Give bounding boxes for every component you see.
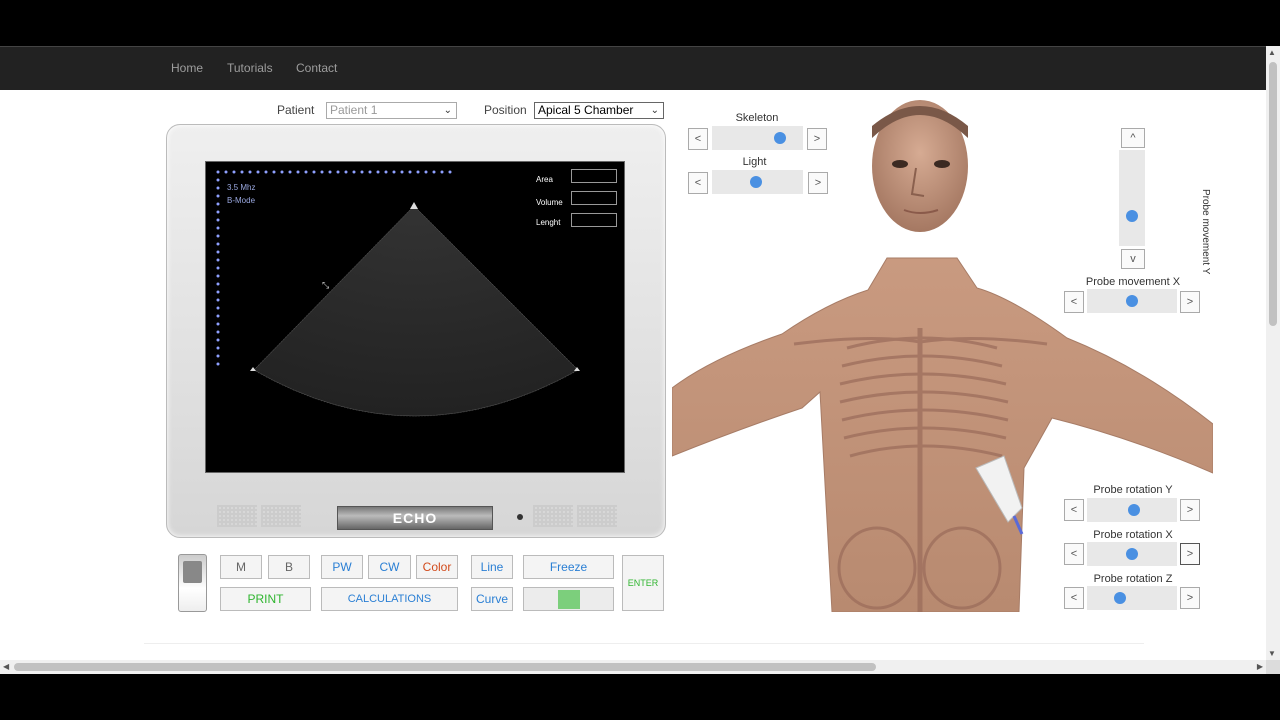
rotation-y-slider-knob[interactable] — [1128, 504, 1140, 516]
rotation-z-label: Probe rotation Z — [1093, 573, 1173, 585]
scroll-down-arrow-icon[interactable]: ▼ — [1268, 649, 1276, 658]
speaker-grille — [261, 505, 301, 527]
line-button[interactable]: Line — [471, 555, 513, 579]
rotation-z-increase-button[interactable]: > — [1180, 587, 1200, 609]
probe-x-slider-knob[interactable] — [1126, 295, 1138, 307]
chevron-down-icon: ⌄ — [650, 105, 659, 116]
rotation-y-increase-button[interactable]: > — [1180, 499, 1200, 521]
nav-tutorials-link[interactable]: Tutorials — [227, 61, 273, 75]
volume-value-box — [571, 191, 617, 205]
probe-x-decrease-button[interactable]: < — [1064, 291, 1084, 313]
volume-label: Volume — [536, 198, 563, 207]
rotation-z-slider[interactable] — [1087, 586, 1177, 610]
browser-viewport: Home Tutorials Contact Patient Patient 1… — [0, 46, 1280, 674]
b-mode-button[interactable]: B — [268, 555, 310, 579]
position-select[interactable]: Apical 5 Chamber ⌄ — [534, 102, 664, 119]
speaker-grille — [577, 505, 617, 527]
rotation-z-slider-knob[interactable] — [1114, 592, 1126, 604]
light-label: Light — [742, 156, 767, 168]
area-label: Area — [536, 175, 553, 184]
probe-x-slider[interactable] — [1087, 289, 1177, 313]
light-increase-button[interactable]: > — [808, 172, 828, 194]
power-led — [517, 514, 523, 520]
patient-select[interactable]: Patient 1 ⌄ — [326, 102, 457, 119]
skeleton-increase-button[interactable]: > — [807, 128, 827, 150]
length-label: Lenght — [536, 218, 561, 227]
mode-text: B-Mode — [227, 196, 256, 205]
ultrasound-screen: ⤡ 3.5 Mhz B-Mode Area Volume Lenght — [205, 161, 625, 473]
footer-divider — [144, 643, 1144, 644]
light-slider-knob[interactable] — [750, 176, 762, 188]
pw-button[interactable]: PW — [321, 555, 363, 579]
scroll-right-arrow-icon[interactable]: ▶ — [1257, 662, 1263, 671]
freeze-indicator-light — [558, 590, 580, 609]
horizontal-scrollbar-thumb[interactable] — [14, 663, 876, 671]
light-slider[interactable] — [712, 170, 803, 194]
probe-y-label: Probe movement Y — [1200, 189, 1211, 275]
probe-device-icon — [178, 554, 207, 612]
rotation-x-increase-button[interactable]: > — [1180, 543, 1200, 565]
position-label: Position — [484, 103, 527, 117]
position-select-value: Apical 5 Chamber — [538, 103, 634, 117]
calculations-button[interactable]: CALCULATIONS — [321, 587, 458, 611]
skeleton-decrease-button[interactable]: < — [688, 128, 708, 150]
frequency-text: 3.5 Mhz — [227, 183, 256, 192]
length-value-box — [571, 213, 617, 227]
svg-text:⤡: ⤡ — [322, 281, 329, 291]
ultrasound-monitor: ⤡ 3.5 Mhz B-Mode Area Volume Lenght ECHO — [166, 124, 666, 538]
probe-x-increase-button[interactable]: > — [1180, 291, 1200, 313]
scroll-up-arrow-icon[interactable]: ▲ — [1268, 48, 1276, 57]
scroll-left-arrow-icon[interactable]: ◀ — [3, 662, 9, 671]
patient-label: Patient — [277, 103, 315, 117]
rotation-y-label: Probe rotation Y — [1093, 484, 1173, 496]
rotation-x-label: Probe rotation X — [1093, 529, 1173, 541]
monitor-brand-plate: ECHO — [337, 506, 493, 530]
patient-select-value: Patient 1 — [330, 103, 378, 117]
rotation-x-slider[interactable] — [1087, 542, 1177, 566]
color-button[interactable]: Color — [416, 555, 458, 579]
probe-y-up-button[interactable]: ^ — [1121, 128, 1145, 148]
print-button[interactable]: PRINT — [220, 587, 311, 611]
rotation-x-slider-knob[interactable] — [1126, 548, 1138, 560]
ultrasound-image: ⤡ — [216, 170, 580, 417]
nav-contact-link[interactable]: Contact — [296, 61, 337, 75]
freeze-button[interactable]: Freeze — [523, 555, 614, 579]
skeleton-label: Skeleton — [735, 112, 779, 124]
vertical-scrollbar-thumb[interactable] — [1269, 62, 1277, 326]
area-value-box — [571, 169, 617, 183]
scrollbar-corner — [1266, 660, 1280, 674]
cw-button[interactable]: CW — [368, 555, 411, 579]
enter-button[interactable]: ENTER — [622, 555, 664, 611]
chevron-down-icon: ⌄ — [443, 105, 452, 116]
nav-home-link[interactable]: Home — [171, 61, 203, 75]
rotation-y-slider[interactable] — [1087, 498, 1177, 522]
speaker-grille — [217, 505, 257, 527]
horizontal-scrollbar[interactable]: ◀ ▶ — [0, 660, 1266, 674]
probe-x-label: Probe movement X — [1085, 276, 1181, 288]
light-decrease-button[interactable]: < — [688, 172, 708, 194]
skeleton-slider[interactable] — [712, 126, 803, 150]
rotation-x-decrease-button[interactable]: < — [1064, 543, 1084, 565]
m-mode-button[interactable]: M — [220, 555, 262, 579]
top-navbar: Home Tutorials Contact — [0, 46, 1266, 90]
skeleton-slider-knob[interactable] — [774, 132, 786, 144]
vertical-scrollbar[interactable]: ▲ ▼ — [1266, 46, 1280, 660]
rotation-z-decrease-button[interactable]: < — [1064, 587, 1084, 609]
rotation-y-decrease-button[interactable]: < — [1064, 499, 1084, 521]
freeze-indicator — [523, 587, 614, 611]
curve-button[interactable]: Curve — [471, 587, 513, 611]
speaker-grille — [533, 505, 573, 527]
